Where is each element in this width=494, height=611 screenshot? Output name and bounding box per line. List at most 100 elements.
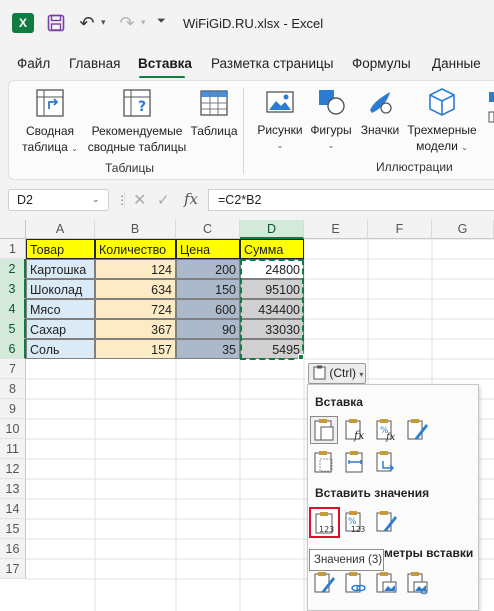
row-header[interactable]: 13: [0, 479, 26, 499]
table-cell[interactable]: Шоколад: [26, 279, 95, 299]
insert-function-icon[interactable]: fx: [184, 190, 198, 208]
tab-insert[interactable]: Вставка: [138, 56, 192, 71]
row-header[interactable]: 15: [0, 519, 26, 539]
paste-formatting-icon[interactable]: [310, 569, 338, 597]
table-icon: [200, 90, 228, 116]
pivot-table-icon: [36, 89, 64, 117]
ribbon-overflow-icon[interactable]: [486, 88, 494, 128]
table-cell[interactable]: 724: [95, 299, 176, 319]
paste-formulas-number-format-icon[interactable]: % fx: [372, 416, 400, 444]
table-cell[interactable]: 35: [176, 339, 240, 359]
name-box-dropdown-icon[interactable]: ⌄: [92, 194, 100, 205]
shapes-button[interactable]: Фигуры ⌄: [308, 86, 354, 154]
row-header[interactable]: 9: [0, 399, 26, 419]
undo-icon[interactable]: ↶: [76, 12, 98, 34]
row-header[interactable]: 14: [0, 499, 26, 519]
paste-keep-formatting-icon[interactable]: [403, 416, 431, 444]
tab-data[interactable]: Данные: [432, 56, 481, 71]
row-header[interactable]: 10: [0, 419, 26, 439]
header-cell-price[interactable]: Цена: [176, 239, 240, 259]
recommended-pivot-label-1: Рекомендуемые: [91, 124, 183, 138]
table-cell[interactable]: 600: [176, 299, 240, 319]
row-header[interactable]: 16: [0, 539, 26, 559]
paste-values-number-format-icon[interactable]: % 123: [341, 508, 369, 536]
row-header[interactable]: 12: [0, 459, 26, 479]
undo-dropdown-icon[interactable]: ▾: [101, 17, 106, 28]
row-header[interactable]: 8: [0, 379, 26, 399]
illustrations-group-label: Иллюстрации: [376, 160, 453, 174]
icons-button[interactable]: Значки: [357, 86, 403, 138]
pivot-table-button[interactable]: Сводная таблица ⌄: [17, 87, 83, 157]
ribbon-group-divider: [243, 88, 244, 174]
column-header-c[interactable]: C: [176, 220, 240, 239]
recommended-pivot-button[interactable]: ? Рекомендуемые сводные таблицы: [87, 87, 187, 155]
cancel-icon[interactable]: ✕: [133, 190, 146, 210]
3d-models-button[interactable]: Трехмерные модели ⌄: [405, 86, 479, 156]
svg-text:fx: fx: [353, 429, 365, 442]
row-header[interactable]: 3: [0, 279, 26, 299]
enter-icon[interactable]: ✓: [157, 191, 170, 209]
paste-icon[interactable]: [310, 416, 338, 444]
redo-dropdown-icon[interactable]: ▾: [141, 17, 146, 28]
table-cell[interactable]: 367: [95, 319, 176, 339]
column-header-d[interactable]: D: [240, 220, 304, 239]
save-icon[interactable]: [46, 13, 66, 33]
pictures-label: Рисунки: [257, 123, 303, 137]
tooltip: Значения (3): [309, 549, 384, 571]
table-cell[interactable]: Мясо: [26, 299, 95, 319]
column-header-b[interactable]: B: [95, 220, 176, 239]
paste-options-button[interactable]: (Ctrl) ▾: [308, 363, 366, 384]
tab-page-layout[interactable]: Разметка страницы: [211, 56, 333, 71]
paste-values-icon[interactable]: 123: [309, 507, 340, 538]
customize-qat-icon[interactable]: ⏷: [157, 15, 166, 28]
header-cell-sum[interactable]: Сумма: [240, 239, 304, 259]
row-header[interactable]: 6: [0, 339, 26, 359]
table-cell[interactable]: Картошка: [26, 259, 95, 279]
table-cell[interactable]: Соль: [26, 339, 95, 359]
paste-formulas-icon[interactable]: fx: [341, 416, 369, 444]
paste-transpose-icon[interactable]: [372, 448, 400, 476]
table-cell[interactable]: 90: [176, 319, 240, 339]
tables-group-label: Таблицы: [105, 161, 155, 175]
table-button[interactable]: Таблица: [189, 87, 239, 139]
row-header[interactable]: 11: [0, 439, 26, 459]
3d-models-label-1: Трехмерные: [407, 123, 477, 137]
tab-file[interactable]: Файл: [17, 56, 50, 71]
table-cell[interactable]: Сахар: [26, 319, 95, 339]
column-header-f[interactable]: F: [368, 220, 432, 239]
table-cell[interactable]: 124: [95, 259, 176, 279]
fill-handle[interactable]: [298, 354, 304, 360]
formula-input[interactable]: =C2*B2: [208, 189, 494, 211]
row-header[interactable]: 4: [0, 299, 26, 319]
column-header-e[interactable]: E: [304, 220, 368, 239]
table-cell[interactable]: 150: [176, 279, 240, 299]
row-header[interactable]: 17: [0, 559, 26, 579]
chevron-down-icon: ⌄: [461, 143, 468, 152]
paste-picture-icon[interactable]: [372, 569, 400, 597]
paste-no-borders-icon[interactable]: [310, 448, 338, 476]
table-cell[interactable]: 634: [95, 279, 176, 299]
column-header-a[interactable]: A: [26, 220, 95, 239]
header-cell-quantity[interactable]: Количество: [95, 239, 176, 259]
table-cell[interactable]: 157: [95, 339, 176, 359]
redo-icon[interactable]: ↷: [116, 12, 138, 34]
paste-keep-column-widths-icon[interactable]: [341, 448, 369, 476]
header-cell-product[interactable]: Товар: [26, 239, 95, 259]
row-header[interactable]: 2: [0, 259, 26, 279]
paste-values-source-formatting-icon[interactable]: [372, 508, 400, 536]
paste-linked-picture-icon[interactable]: [403, 569, 431, 597]
table-cell[interactable]: 200: [176, 259, 240, 279]
pictures-button[interactable]: Рисунки ⌄: [254, 86, 306, 154]
paste-values-number-format-icon-text: 123: [351, 525, 366, 534]
table-label: Таблица: [190, 124, 238, 138]
select-all-corner[interactable]: [0, 220, 26, 239]
chevron-down-icon: ⌄: [71, 144, 78, 153]
copy-marquee: [240, 259, 304, 360]
paste-link-icon[interactable]: [341, 569, 369, 597]
column-header-g[interactable]: G: [432, 220, 494, 239]
tab-formulas[interactable]: Формулы: [352, 56, 411, 71]
row-header[interactable]: 7: [0, 359, 26, 379]
tab-home[interactable]: Главная: [69, 56, 120, 71]
row-header[interactable]: 5: [0, 319, 26, 339]
row-header[interactable]: 1: [0, 239, 26, 259]
